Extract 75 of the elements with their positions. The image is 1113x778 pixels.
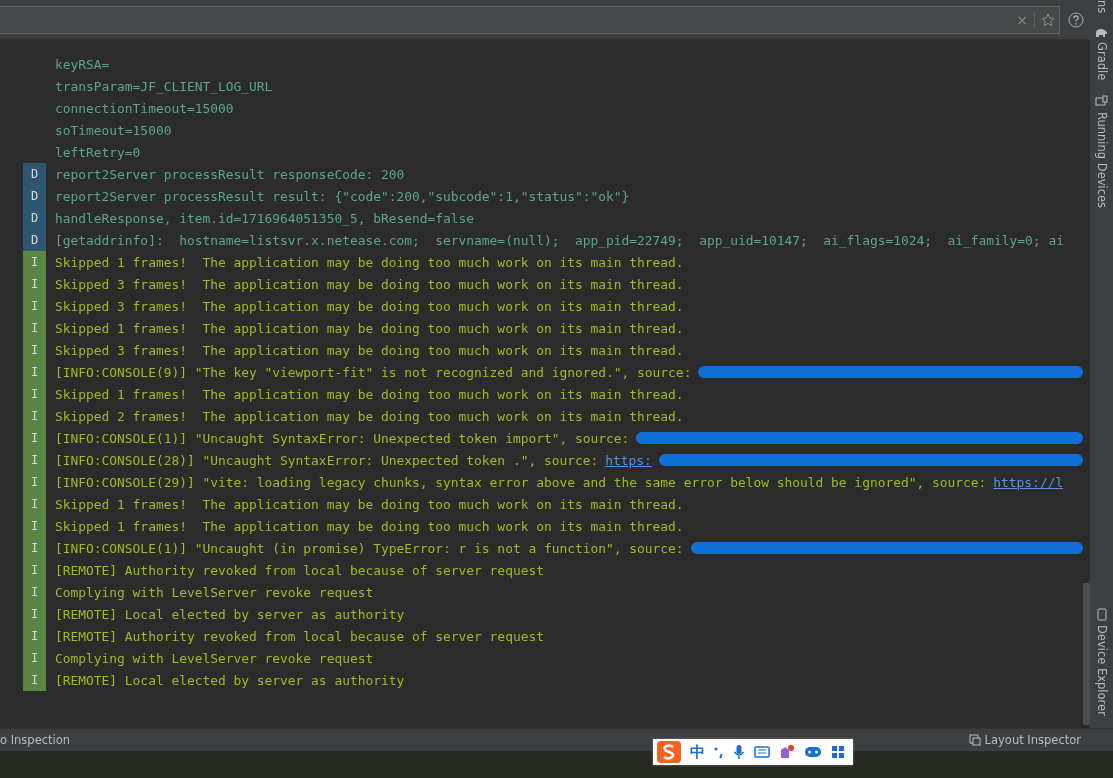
scrollbar-thumb[interactable]: [1083, 583, 1090, 725]
log-message: Skipped 2 frames! The application may be doing too much work on its main thread.: [55, 407, 684, 426]
log-message: report2Server processResult result: {"code":200,"subcode":1,"status":"ok"}: [55, 187, 630, 206]
keyboard-icon[interactable]: [754, 746, 770, 758]
log-level-badge: D: [23, 207, 46, 229]
log-message: [REMOTE] Authority revoked from local because of server request: [55, 561, 544, 580]
log-level-badge: I: [23, 493, 46, 515]
star-icon[interactable]: [1041, 12, 1055, 27]
side-tab[interactable]: ns: [1094, 0, 1109, 14]
devices-icon: [1095, 94, 1108, 108]
log-level-badge: I: [23, 515, 46, 537]
log-message: report2Server processResult responseCode: 200: [55, 165, 405, 184]
log-message: Skipped 3 frames! The application may be doing too much work on its main thread.: [55, 297, 684, 316]
log-message: Skipped 1 frames! The application may be doing too much work on its main thread.: [55, 517, 684, 536]
log-message: soTimeout=15000: [55, 121, 172, 140]
log-message: handleResponse, item.id=1716964051350_5, bResend=false: [55, 209, 475, 228]
grid-icon[interactable]: [831, 745, 845, 759]
side-tab[interactable]: Gradle: [1094, 42, 1109, 81]
log-level-badge: I: [23, 669, 46, 691]
log-level-badge: I: [23, 449, 46, 471]
log-message: [REMOTE] Local elected by server as authority: [55, 605, 405, 624]
log-message: Skipped 1 frames! The application may be doing too much work on its main thread.: [55, 253, 684, 272]
log-message: [getaddrinfo]: hostname=listsvr.x.netease.com; servname=(null); app_pid=22749; app_uid=10147; ai_flags=1024; ai_family=0; ai: [55, 231, 1064, 250]
log-level-badge: I: [23, 339, 46, 361]
log-level-badge: I: [23, 383, 46, 405]
gamepad-icon[interactable]: [804, 746, 822, 758]
log-level-badge: I: [23, 603, 46, 625]
log-level-badge: I: [23, 361, 46, 383]
phone-icon: [1096, 608, 1107, 622]
source-link[interactable]: https://l: [993, 471, 1064, 493]
status-tab[interactable]: Layout Inspector: [984, 733, 1081, 747]
log-message: [REMOTE] Local elected by server as authority: [55, 671, 405, 690]
log-level-badge: I: [23, 537, 46, 559]
help-icon[interactable]: [1068, 11, 1084, 28]
log-level-badge: I: [23, 471, 46, 493]
punctuation-icon[interactable]: [714, 745, 724, 759]
log-message: [INFO:CONSOLE(9)] "The key "viewport-fit" is not recognized and ignored.", source:: [55, 363, 692, 382]
log-level-badge: I: [23, 405, 46, 427]
log-message: Skipped 1 frames! The application may be doing too much work on its main thread.: [55, 385, 684, 404]
log-message: Skipped 1 frames! The application may be doing too much work on its main thread.: [55, 319, 684, 338]
log-message: transParam=JF_CLIENT_LOG_URL: [55, 77, 273, 96]
log-message: [REMOTE] Authority revoked from local because of server request: [55, 627, 544, 646]
status-tab[interactable]: o Inspection: [0, 733, 71, 747]
log-message: [INFO:CONSOLE(1)] "Uncaught (in promise) TypeError: r is not a function", source:: [55, 539, 684, 558]
microphone-icon[interactable]: [733, 744, 745, 760]
log-message: Skipped 3 frames! The application may be doing too much work on its main thread.: [55, 341, 684, 360]
log-message: [INFO:CONSOLE(29)] "vite: loading legacy chunks, syntax error above and the same error below should be ignored", source:: [55, 473, 987, 492]
layout-icon: [968, 734, 981, 746]
log-message: Skipped 1 frames! The application may be doing too much work on its main thread.: [55, 495, 684, 514]
log-message: keyRSA=: [55, 55, 110, 74]
log-message: leftRetry=0: [55, 143, 141, 162]
elephant-icon: [1095, 27, 1108, 39]
source-link[interactable]: https:: [605, 449, 652, 471]
side-tab[interactable]: Device Explorer: [1094, 625, 1109, 716]
log-message: Complying with LevelServer revoke request: [55, 583, 374, 602]
log-level-badge: D: [23, 229, 46, 251]
input-mode[interactable]: 中: [690, 742, 705, 762]
ime-logo-icon[interactable]: [657, 741, 681, 763]
log-message: connectionTimeout=15000: [55, 99, 234, 118]
log-level-badge: I: [23, 317, 46, 339]
side-tab[interactable]: Running Devices: [1094, 111, 1109, 208]
log-level-badge: D: [23, 163, 46, 185]
log-level-badge: I: [23, 581, 46, 603]
log-level-badge: I: [23, 273, 46, 295]
log-level-badge: I: [23, 647, 46, 669]
log-message: Skipped 3 frames! The application may be doing too much work on its main thread.: [55, 275, 684, 294]
log-message: Complying with LevelServer revoke request: [55, 649, 374, 668]
log-level-badge: I: [23, 295, 46, 317]
log-level-badge: I: [23, 427, 46, 449]
log-level-badge: D: [23, 185, 46, 207]
log-message: [INFO:CONSOLE(28)] "Uncaught SyntaxError: Unexpected token .", source:: [55, 451, 599, 470]
log-level-badge: I: [23, 625, 46, 647]
log-message: [INFO:CONSOLE(1)] "Uncaught SyntaxError: Unexpected token import", source:: [55, 429, 630, 448]
log-level-badge: I: [23, 559, 46, 581]
log-level-badge: I: [23, 251, 46, 273]
